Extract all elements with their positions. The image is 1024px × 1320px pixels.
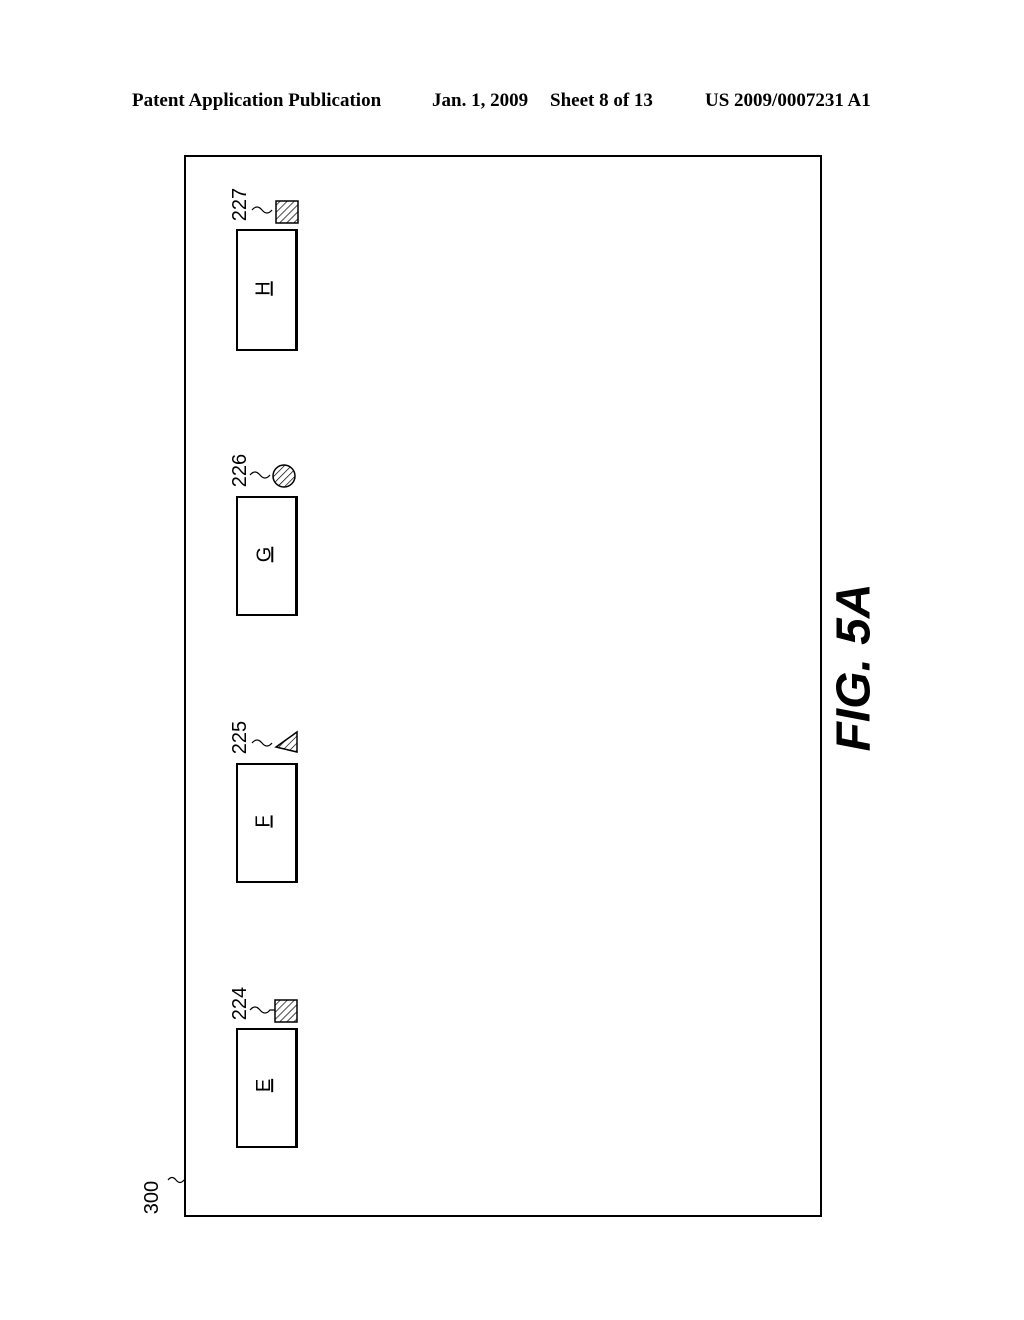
leader-line-225 (251, 739, 273, 747)
leader-line-224 (249, 1006, 275, 1014)
hatched-square-icon (275, 200, 299, 224)
figure-icons-layer (167, 200, 299, 1184)
hatched-triangle-icon (274, 730, 298, 753)
leader-line-226 (249, 471, 271, 479)
hatched-circle-icon (272, 464, 296, 488)
hatched-square-icon (274, 999, 298, 1023)
leader-line-300 (167, 1176, 185, 1184)
leader-line-227 (251, 206, 273, 214)
